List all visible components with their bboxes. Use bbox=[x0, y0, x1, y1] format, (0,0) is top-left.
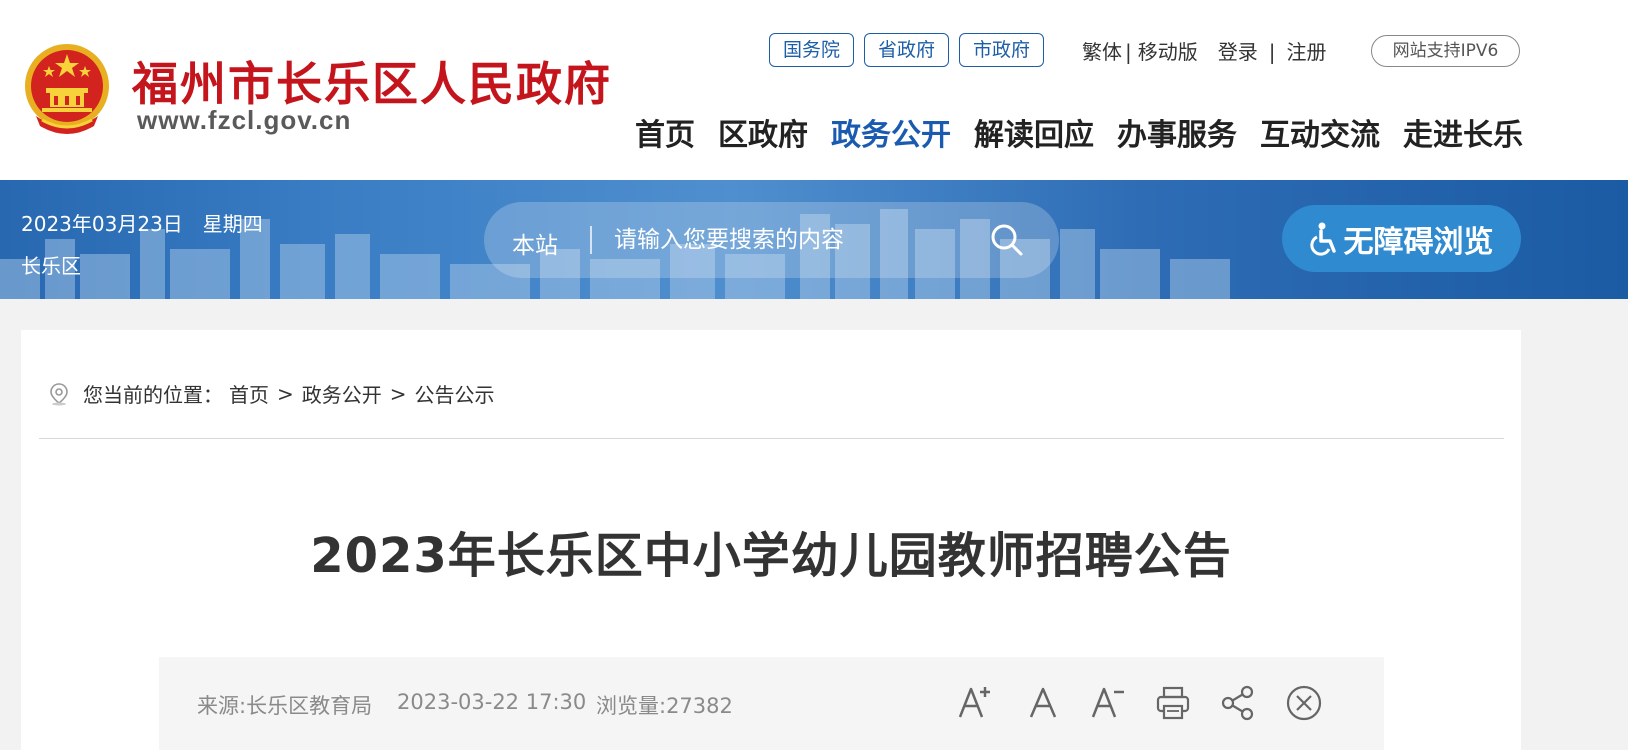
site-header: 福州市长乐区人民政府 www.fzcl.gov.cn 国务院 省政府 市政府 繁… bbox=[0, 0, 1628, 180]
print-icon[interactable] bbox=[1149, 679, 1197, 727]
traditional-chinese-link[interactable]: 繁体 bbox=[1082, 40, 1122, 64]
util-divider: | bbox=[1268, 40, 1276, 64]
site-domain: www.fzcl.gov.cn bbox=[137, 105, 352, 135]
font-normal-icon[interactable] bbox=[1019, 679, 1067, 727]
article-meta-bar: 来源:长乐区教育局 2023-03-22 17:30 浏览量:27382 bbox=[159, 657, 1384, 750]
util-divider: | bbox=[1125, 40, 1132, 64]
nav-item-district-gov[interactable]: 区政府 bbox=[718, 110, 808, 154]
accessibility-label: 无障碍浏览 bbox=[1343, 224, 1494, 260]
article-title: 2023年长乐区中小学幼儿园教师招聘公告 bbox=[310, 528, 1232, 584]
breadcrumb: 您当前的位置： 首页 > 政务公开 > 公告公示 bbox=[49, 379, 495, 408]
breadcrumb-gov-affairs[interactable]: 政务公开 bbox=[302, 379, 382, 408]
register-link[interactable]: 注册 bbox=[1287, 40, 1327, 64]
main-nav: 首页 区政府 政务公开 解读回应 办事服务 互动交流 走进长乐 bbox=[635, 110, 1546, 154]
national-emblem-icon bbox=[25, 44, 109, 134]
breadcrumb-home[interactable]: 首页 bbox=[229, 379, 269, 408]
nav-item-interaction[interactable]: 互动交流 bbox=[1260, 110, 1380, 154]
close-icon[interactable] bbox=[1280, 679, 1328, 727]
breadcrumb-separator: > bbox=[389, 381, 407, 406]
gov-link-province[interactable]: 省政府 bbox=[864, 33, 950, 67]
search-box: 本站 bbox=[484, 202, 1059, 278]
search-input[interactable] bbox=[614, 216, 974, 264]
share-icon[interactable] bbox=[1214, 679, 1262, 727]
search-icon[interactable] bbox=[989, 222, 1025, 258]
breadcrumb-separator: > bbox=[277, 381, 294, 406]
nav-item-interpretation[interactable]: 解读回应 bbox=[974, 110, 1094, 154]
search-scope-selector[interactable]: 本站 bbox=[512, 226, 558, 260]
article-container: 您当前的位置： 首页 > 政务公开 > 公告公示 2023年长乐区中小学幼儿园教… bbox=[21, 330, 1521, 750]
nav-item-services[interactable]: 办事服务 bbox=[1117, 110, 1237, 154]
banner: 2023年03月23日 星期四 长乐区 本站 无障碍浏览 bbox=[0, 180, 1628, 299]
location-pin-icon bbox=[50, 382, 68, 405]
article-datetime: 2023-03-22 17:30 bbox=[397, 690, 587, 714]
gov-link-state-council[interactable]: 国务院 bbox=[769, 33, 855, 67]
utility-links: 繁体 | 移动版 登录 | 注册 bbox=[1082, 36, 1327, 65]
ipv6-badge: 网站支持IPV6 bbox=[1371, 35, 1520, 67]
wheelchair-icon bbox=[1309, 222, 1336, 256]
breadcrumb-divider bbox=[39, 438, 1504, 439]
login-link[interactable]: 登录 bbox=[1218, 40, 1258, 64]
article-source: 来源:长乐区教育局 bbox=[197, 694, 373, 718]
accessibility-button[interactable]: 无障碍浏览 bbox=[1282, 205, 1521, 272]
font-increase-icon[interactable] bbox=[951, 679, 999, 727]
article-views: 浏览量:27382 bbox=[596, 694, 733, 718]
breadcrumb-announcements[interactable]: 公告公示 bbox=[415, 379, 495, 408]
search-divider bbox=[590, 226, 592, 254]
nav-item-gov-affairs[interactable]: 政务公开 bbox=[831, 110, 951, 154]
nav-item-about-changle[interactable]: 走进长乐 bbox=[1403, 110, 1523, 154]
region-label: 长乐区 bbox=[21, 254, 81, 278]
gov-links: 国务院 省政府 市政府 bbox=[769, 33, 1045, 67]
current-date: 2023年03月23日 星期四 bbox=[21, 212, 263, 236]
mobile-version-link[interactable]: 移动版 bbox=[1138, 40, 1198, 64]
font-decrease-icon[interactable] bbox=[1084, 679, 1132, 727]
nav-item-home[interactable]: 首页 bbox=[635, 110, 695, 154]
gov-link-city[interactable]: 市政府 bbox=[959, 33, 1045, 67]
breadcrumb-prefix: 您当前的位置： bbox=[83, 383, 223, 407]
